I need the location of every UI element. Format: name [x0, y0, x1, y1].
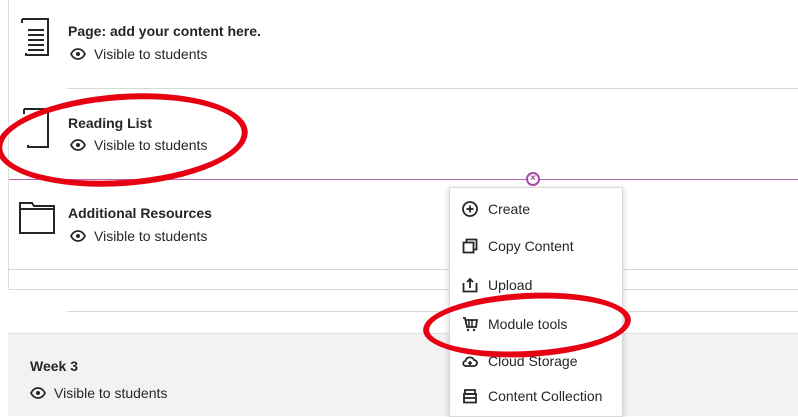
menu-item-copy-content[interactable]: Copy Content — [450, 227, 632, 265]
menu-item-label: Copy Content — [488, 238, 574, 254]
visibility-label: Visible to students — [94, 46, 208, 62]
close-insert-icon[interactable]: × — [526, 172, 540, 186]
visibility-label: Visible to students — [54, 385, 168, 401]
visibility-toggle[interactable]: Visible to students — [30, 385, 167, 401]
item-title[interactable]: Page: add your content here. — [68, 23, 261, 39]
folder-icon — [19, 200, 55, 239]
stack-icon — [463, 389, 477, 404]
upload-icon — [462, 277, 478, 293]
divider — [67, 88, 798, 89]
eye-icon — [30, 387, 46, 399]
eye-icon — [70, 48, 86, 60]
divider — [67, 311, 798, 312]
plus-circle-icon — [462, 201, 478, 217]
menu-item-content-collection[interactable]: Content Collection — [450, 377, 632, 415]
page-icon — [20, 18, 50, 61]
menu-item-label: Content Collection — [488, 388, 603, 404]
visibility-toggle[interactable]: Visible to students — [70, 228, 207, 244]
visibility-toggle[interactable]: Visible to students — [70, 46, 207, 62]
panel-border-bottom — [8, 289, 798, 290]
menu-item-label: Upload — [488, 277, 533, 293]
menu-item-label: Create — [488, 201, 531, 217]
eye-icon — [70, 230, 86, 242]
item-title[interactable]: Additional Resources — [68, 205, 212, 221]
week-title[interactable]: Week 3 — [30, 358, 78, 374]
week-section — [8, 333, 798, 416]
copy-icon — [462, 238, 478, 254]
divider — [9, 269, 798, 270]
menu-item-create[interactable]: Create — [450, 190, 632, 228]
visibility-label: Visible to students — [94, 228, 208, 244]
